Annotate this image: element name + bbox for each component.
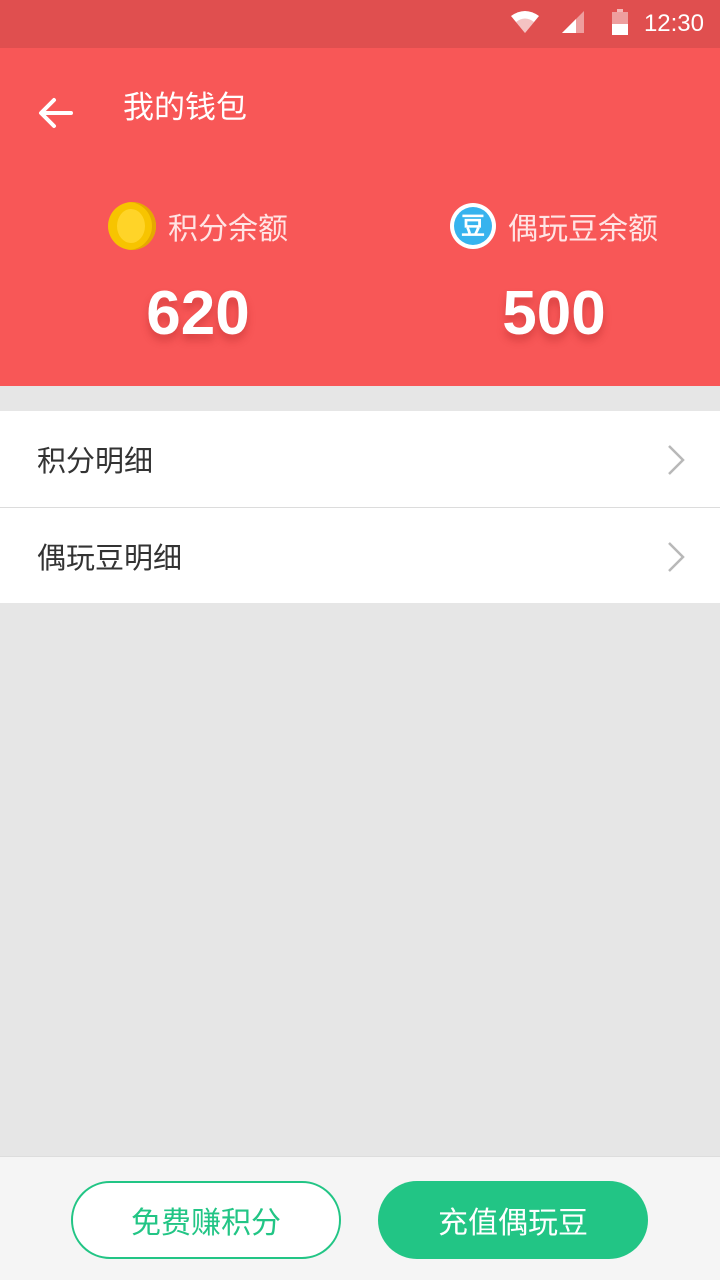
back-button[interactable] <box>26 86 84 144</box>
points-balance: 积分余额 620 <box>18 200 378 352</box>
chevron-right-icon <box>666 443 686 484</box>
beans-detail-row[interactable]: 偶玩豆明细 <box>0 507 720 603</box>
beans-balance: 豆 偶玩豆余额 500 <box>374 200 720 352</box>
beans-detail-label: 偶玩豆明细 <box>37 540 183 575</box>
beans-balance-value: 500 <box>502 279 606 348</box>
points-detail-label: 积分明细 <box>37 444 154 478</box>
earn-points-button[interactable]: 免费赚积分 <box>71 1181 341 1259</box>
bottom-action-bar: 免费赚积分 充值偶玩豆 <box>0 1156 720 1280</box>
points-detail-row[interactable]: 积分明细 <box>0 411 720 507</box>
back-arrow-icon <box>37 97 73 133</box>
bean-icon: 豆 <box>450 203 496 249</box>
status-icons: 12:30 <box>510 0 704 48</box>
coin-icon <box>108 202 156 250</box>
battery-icon <box>611 9 628 39</box>
wallet-detail-list: 积分明细 偶玩豆明细 <box>0 411 720 603</box>
wifi-icon <box>510 10 540 38</box>
status-bar: 12:30 <box>0 0 720 48</box>
bean-icon-glyph: 豆 <box>454 207 492 245</box>
wallet-header: 我的钱包 积分余额 620 豆 偶玩豆余额 500 <box>0 48 720 386</box>
chevron-right-icon <box>666 540 686 581</box>
cellular-signal-icon <box>560 9 586 39</box>
page-title: 我的钱包 <box>123 90 247 126</box>
status-time: 12:30 <box>643 10 704 37</box>
beans-balance-label: 偶玩豆余额 <box>508 212 658 247</box>
points-balance-value: 620 <box>146 279 250 348</box>
points-balance-label: 积分余额 <box>168 212 288 247</box>
recharge-beans-button[interactable]: 充值偶玩豆 <box>378 1181 648 1259</box>
